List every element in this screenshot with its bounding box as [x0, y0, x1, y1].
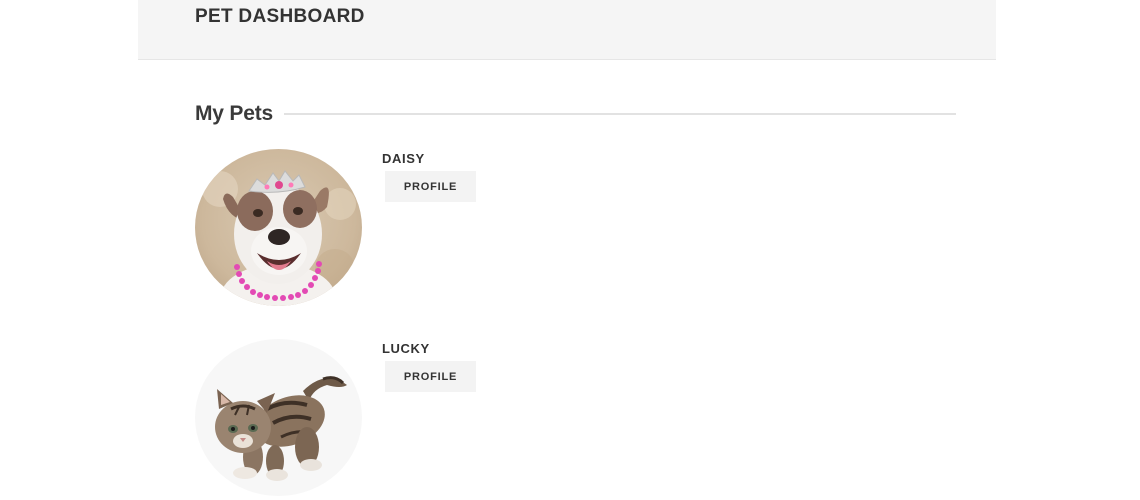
pet-name-daisy: DAISY [382, 151, 425, 166]
my-pets-heading: My Pets [195, 100, 956, 128]
section-title: My Pets [195, 102, 273, 125]
section-divider [283, 113, 956, 115]
profile-button-lucky[interactable]: PROFILE [385, 361, 476, 392]
pet-card-lucky: LUCKY PROFILE [195, 339, 595, 499]
page-title: PET DASHBOARD [195, 6, 365, 27]
pet-card-daisy: DAISY PROFILE [195, 149, 595, 309]
profile-button-daisy[interactable]: PROFILE [385, 171, 476, 202]
pet-photo-daisy[interactable] [195, 149, 362, 306]
pet-photo-lucky[interactable] [195, 339, 362, 496]
page-header: PET DASHBOARD [138, 0, 996, 60]
pet-name-lucky: LUCKY [382, 341, 430, 356]
